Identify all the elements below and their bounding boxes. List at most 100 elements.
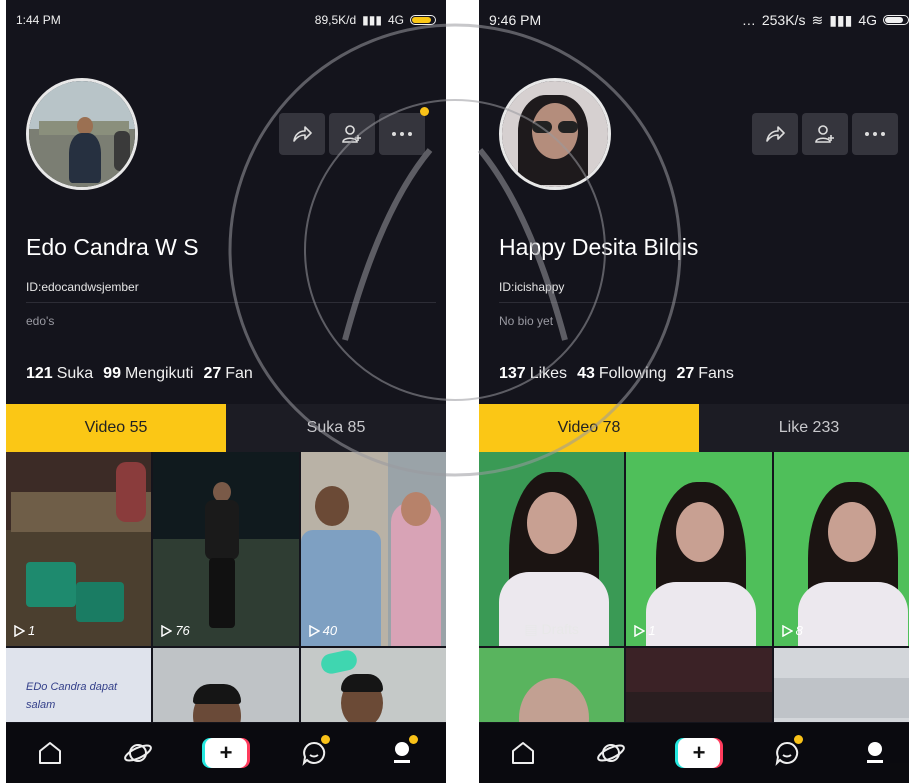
nav-home[interactable] xyxy=(501,731,545,775)
view-count: 1 xyxy=(634,623,656,638)
video-thumbnail[interactable]: 76 xyxy=(153,452,299,646)
status-time: 9:46 PM xyxy=(489,12,542,28)
drafts-label: ▤ Drafts xyxy=(524,621,579,637)
video-thumbnail[interactable]: ▤ Drafts xyxy=(479,452,625,646)
stat-following[interactable]: 43 Following xyxy=(577,365,666,383)
stat-likes[interactable]: 137 Likes xyxy=(499,365,567,383)
avatar[interactable] xyxy=(26,78,138,190)
profile-id: ID:icishappy xyxy=(499,280,565,294)
profile-name: Edo Candra W S xyxy=(26,234,199,260)
video-thumbnail[interactable]: 40 xyxy=(300,452,446,646)
drafts-icon: ▤ xyxy=(524,621,538,637)
video-thumbnail[interactable] xyxy=(153,648,299,722)
profile-stats: 121 Suka 99 Mengikuti 27 Fan xyxy=(26,365,253,383)
status-time: 1:44 PM xyxy=(16,13,61,27)
more-status-icon: … xyxy=(741,12,756,28)
message-icon xyxy=(775,741,799,766)
profile-name: Happy Desita Bilqis xyxy=(499,234,699,260)
status-bar: 9:46 PM … 253K/s ≋ ▮▮▮ 4G xyxy=(479,0,909,40)
tab-likes[interactable]: Like 233 xyxy=(699,404,909,452)
video-thumbnail[interactable] xyxy=(479,648,625,722)
stat-fans[interactable]: 27 Fans xyxy=(676,365,733,383)
profile-icon xyxy=(867,742,883,763)
nav-profile[interactable] xyxy=(853,731,897,775)
tab-likes[interactable]: Suka 85 xyxy=(226,404,446,452)
video-thumbnail[interactable]: 1 xyxy=(626,452,772,646)
profile-bio: edo's xyxy=(26,314,55,328)
add-friend-icon xyxy=(815,125,834,143)
profile-screen-right: 9:46 PM … 253K/s ≋ ▮▮▮ 4G Happy Desita B… xyxy=(479,0,909,783)
network-speed: 89,5K/d xyxy=(314,13,357,27)
signal-icon: ▮▮▮ xyxy=(829,11,853,28)
tab-videos[interactable]: Video 55 xyxy=(6,404,226,452)
video-thumbnail[interactable]: EDo Candra dapat salam xyxy=(6,648,152,722)
nav-discover[interactable] xyxy=(116,731,160,775)
home-icon xyxy=(512,742,534,764)
nav-messages[interactable] xyxy=(765,731,809,775)
add-friend-icon xyxy=(342,125,361,143)
notification-dot xyxy=(794,735,803,744)
video-thumbnail[interactable]: 1 xyxy=(6,452,152,646)
profile-tabs: Video 55 Suka 85 xyxy=(6,404,446,452)
view-count: 40 xyxy=(308,623,337,638)
share-button[interactable] xyxy=(752,113,798,155)
status-indicators: … 253K/s ≋ ▮▮▮ 4G xyxy=(742,12,909,29)
network-type: 4G xyxy=(858,12,877,28)
status-indicators: 89,5K/d ▮▮▮ 4G xyxy=(315,13,436,27)
view-count: 76 xyxy=(161,623,190,638)
nav-messages[interactable] xyxy=(292,731,336,775)
view-count: 8 xyxy=(781,623,803,638)
note-text: EDo Candra dapat salam xyxy=(26,681,118,711)
video-thumbnail[interactable] xyxy=(773,648,909,722)
notification-dot xyxy=(321,735,330,744)
divider xyxy=(499,302,909,303)
share-icon xyxy=(766,126,785,142)
bottom-nav: + xyxy=(479,723,909,783)
network-speed: 253K/s xyxy=(761,12,806,28)
plus-icon: + xyxy=(678,738,720,768)
battery-icon xyxy=(883,15,909,25)
plus-icon: + xyxy=(205,738,247,768)
share-button[interactable] xyxy=(279,113,325,155)
bottom-nav: + xyxy=(6,723,446,783)
signal-icon: ▮▮▮ xyxy=(362,13,382,27)
notification-dot xyxy=(409,735,418,744)
planet-icon xyxy=(597,744,625,762)
more-icon xyxy=(392,132,412,136)
divider xyxy=(26,302,436,303)
stat-fans[interactable]: 27 Fan xyxy=(203,365,252,383)
more-button[interactable] xyxy=(379,107,429,155)
more-icon xyxy=(865,132,885,136)
network-type: 4G xyxy=(387,13,404,27)
profile-tabs: Video 78 Like 233 xyxy=(479,404,909,452)
add-friend-button[interactable] xyxy=(329,113,375,155)
tab-videos[interactable]: Video 78 xyxy=(479,404,699,452)
profile-stats: 137 Likes 43 Following 27 Fans xyxy=(499,365,734,383)
notification-dot xyxy=(420,107,429,116)
play-icon xyxy=(308,624,320,637)
message-icon xyxy=(302,741,326,766)
stat-likes[interactable]: 121 Suka xyxy=(26,365,93,383)
planet-icon xyxy=(124,744,152,762)
nav-home[interactable] xyxy=(28,731,72,775)
profile-icon xyxy=(394,742,410,763)
video-thumbnail[interactable]: 8 xyxy=(773,452,909,646)
nav-profile[interactable] xyxy=(380,731,424,775)
nav-create[interactable]: + xyxy=(204,731,248,775)
avatar[interactable] xyxy=(499,78,611,190)
video-thumbnail[interactable] xyxy=(626,648,772,722)
video-thumbnail[interactable] xyxy=(300,648,446,722)
wifi-icon: ≋ xyxy=(811,11,824,28)
add-friend-button[interactable] xyxy=(802,113,848,155)
video-grid: ▤ Drafts 1 8 xyxy=(479,452,909,722)
home-icon xyxy=(39,742,61,764)
play-icon xyxy=(634,624,646,637)
nav-create[interactable]: + xyxy=(677,731,721,775)
battery-icon xyxy=(410,15,436,25)
more-button[interactable] xyxy=(852,113,898,155)
profile-screen-left: 1:44 PM 89,5K/d ▮▮▮ 4G Edo Candra W S ID… xyxy=(6,0,446,783)
view-count: 1 xyxy=(14,623,35,638)
play-icon xyxy=(161,624,173,637)
stat-following[interactable]: 99 Mengikuti xyxy=(103,365,193,383)
nav-discover[interactable] xyxy=(589,731,633,775)
